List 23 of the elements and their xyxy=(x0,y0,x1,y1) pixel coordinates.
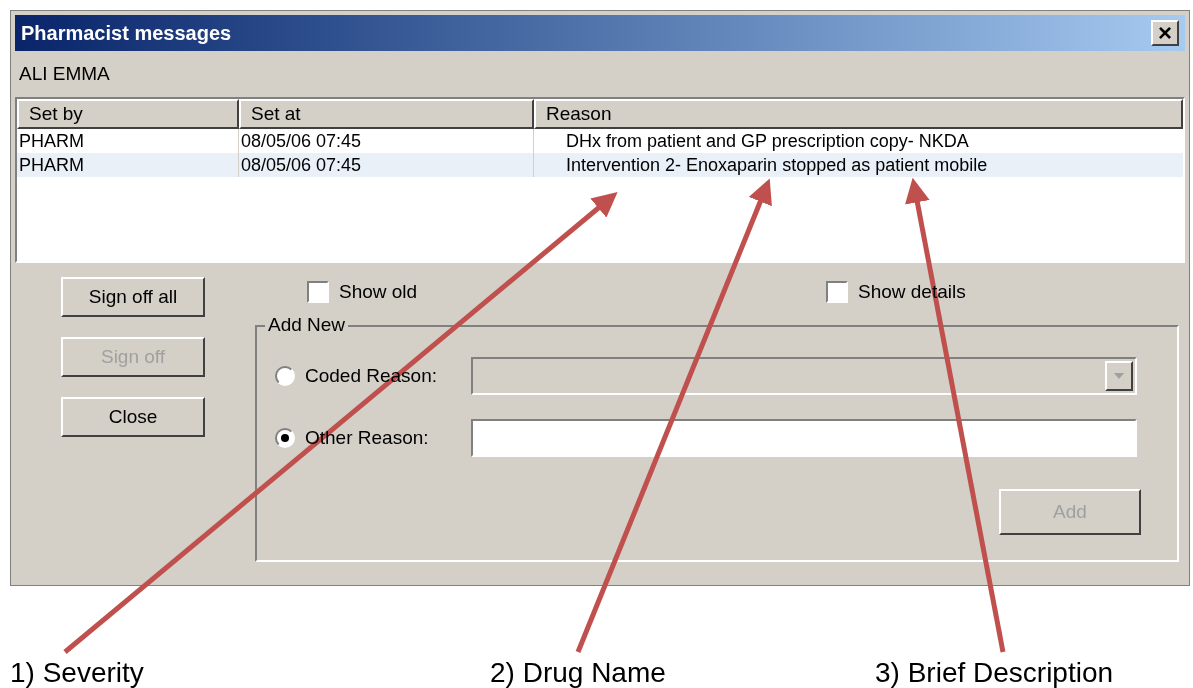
other-reason-field[interactable] xyxy=(471,419,1137,457)
column-header[interactable]: Set by xyxy=(17,99,239,129)
table-cell-text: 08/05/06 07:45 xyxy=(241,153,362,177)
checkbox[interactable] xyxy=(307,281,329,303)
patient-name: ALI EMMA xyxy=(19,61,110,86)
action-button[interactable]: Close xyxy=(61,397,205,437)
column-header[interactable]: Set at xyxy=(239,99,534,129)
window-title: Pharmacist messages xyxy=(21,21,232,46)
close-button[interactable]: × xyxy=(1151,20,1179,46)
table-cell-text: PHARM xyxy=(19,153,84,177)
annotation-label: 1) Severity xyxy=(10,656,145,688)
annotation-label: 2) Drug Name xyxy=(490,656,667,688)
message-row[interactable]: PHARM 08/05/06 07:45 Intervention 2- Enoxaparin stopped as patient mobile xyxy=(17,153,1183,177)
annotation-label: 3) Brief Description xyxy=(875,656,1114,688)
column-header[interactable]: Reason xyxy=(534,99,1183,129)
checkbox-label: Show old xyxy=(339,279,418,304)
table-cell-text: PHARM xyxy=(19,129,84,153)
table-cell-text: 08/05/06 07:45 xyxy=(241,129,362,153)
checkbox[interactable] xyxy=(826,281,848,303)
action-button[interactable]: Sign off all xyxy=(61,277,205,317)
radio-button[interactable] xyxy=(275,428,295,448)
table-cell-text: DHx from patient and GP prescription copy- NKDA xyxy=(566,129,969,153)
table-cell-text: Intervention 2- Enoxaparin stopped as patient mobile xyxy=(566,153,988,177)
